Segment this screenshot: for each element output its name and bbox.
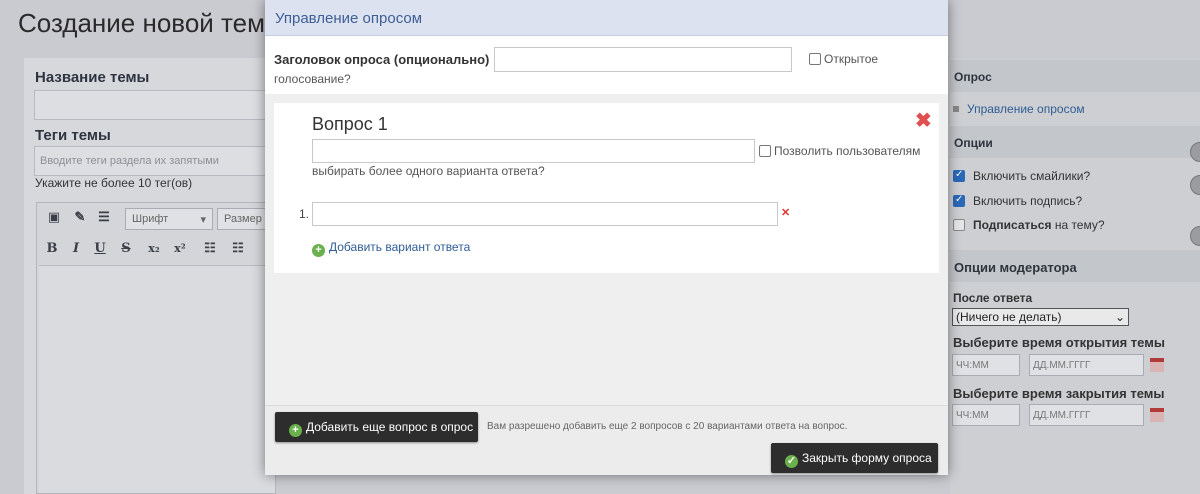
editor-toolbar-row-1: ▣ ✎ ☰ Шрифт ▾ Размер [37,205,277,233]
poll-section-header: Опрос [950,60,1200,92]
remove-answer-close-icon[interactable]: ✕ [781,206,790,219]
options-section-header: Опции [950,126,1200,158]
limit-note: Вам разрешено добавить еще 2 вопросов с … [487,421,848,432]
strike-button[interactable]: S [117,240,135,258]
message-editor: ▣ ✎ ☰ Шрифт ▾ Размер B I U S x₂ x² ☷ ☷ [36,202,277,494]
checkbox-checked-icon[interactable] [953,194,965,207]
topic-form: Название темы Теги темы Вводите теги раз… [24,58,277,494]
ordered-list-icon[interactable]: ☷ [201,240,219,258]
modal-title: Управление опросом [275,10,423,27]
template-icon[interactable]: ☰ [95,209,113,227]
checkbox-checked-icon[interactable] [953,169,965,182]
add-answer-link[interactable]: + Добавить вариант ответа [312,240,470,257]
bullet-icon [953,106,959,112]
remove-question-close-icon[interactable]: ✖ [915,111,932,131]
topic-name-input[interactable] [34,90,274,120]
underline-button[interactable]: U [91,240,109,258]
page-title: Создание новой темы [18,8,284,38]
answer-number: 1. [299,207,310,221]
checkbox-icon[interactable] [759,145,771,157]
signature-option[interactable]: Включить подпись? [953,194,1082,208]
open-date-input[interactable]: ДД.ММ.ГГГГ [1029,354,1144,376]
tags-placeholder: Вводите теги раздела их запятыми [40,155,219,167]
open-vote-option[interactable]: Открытое [809,52,878,66]
superscript-button[interactable]: x² [171,240,189,258]
check-icon: ✓ [785,455,798,468]
answer-input[interactable] [312,202,778,226]
source-mode-icon[interactable]: ▣ [45,209,63,227]
open-vote-label-continued: голосование? [274,72,351,86]
checkbox-icon[interactable] [953,219,965,231]
close-time-label: Выберите время закрытия темы [953,386,1165,401]
bold-button[interactable]: B [43,240,61,258]
tags-hint: Укажите не более 10 тег(ов) [35,176,193,190]
question-block: Вопрос 1 ✖ Позволить пользователям выбир… [274,103,939,273]
chevron-down-icon: ▾ [200,214,206,226]
calendar-icon[interactable] [1150,358,1164,372]
multi-choice-label-continued: выбирать более одного варианта ответа? [312,164,545,178]
editor-toolbar-row-2: B I U S x₂ x² ☷ ☷ [37,236,277,264]
question-input[interactable] [312,139,755,163]
poll-title-label: Заголовок опроса (опционально) [274,52,490,67]
italic-button[interactable]: I [67,240,85,258]
close-time-input[interactable]: ЧЧ:ММ [952,404,1020,426]
calendar-icon[interactable] [1150,408,1164,422]
font-select[interactable]: Шрифт ▾ [125,208,213,230]
topic-name-label: Название темы [35,69,150,86]
plus-icon: + [289,424,302,437]
checkbox-icon[interactable] [809,53,821,65]
close-poll-form-button[interactable]: ✓ Закрыть форму опроса [771,443,938,473]
message-textarea[interactable] [39,265,275,493]
poll-modal: Управление опросом Заголовок опроса (опц… [265,0,948,475]
subscribe-option[interactable]: Подписаться на тему? [953,218,1105,232]
tags-label: Теги темы [35,127,111,144]
tags-input[interactable]: Вводите теги раздела их запятыми [34,146,274,176]
question-title: Вопрос 1 [312,114,388,134]
plus-icon: + [312,244,325,257]
modal-header: Управление опросом [265,0,948,36]
open-time-label: Выберите время открытия темы [953,335,1165,350]
subscript-button[interactable]: x₂ [145,240,163,258]
close-date-input[interactable]: ДД.ММ.ГГГГ [1029,404,1144,426]
after-reply-select[interactable]: (Ничего не делать) ⌄ [952,308,1129,326]
after-reply-label: После ответа [953,291,1033,305]
options-sidebar: Опрос Управление опросом Опции Включить … [950,58,1200,494]
add-question-button[interactable]: + Добавить еще вопрос в опрос [275,412,478,442]
poll-title-row: Заголовок опроса (опционально) Открытое … [265,36,948,94]
multi-choice-option[interactable]: Позволить пользователям [759,144,920,158]
unordered-list-icon[interactable]: ☷ [229,240,247,258]
moderator-section-header: Опции модератора [950,250,1200,282]
modal-footer: + Добавить еще вопрос в опрос Вам разреше… [265,405,948,475]
smileys-option[interactable]: Включить смайлики? [953,169,1090,183]
poll-manage-link[interactable]: Управление опросом [953,102,1085,116]
eraser-icon[interactable]: ✎ [71,209,89,227]
chevron-down-icon: ⌄ [1114,310,1125,324]
open-time-input[interactable]: ЧЧ:ММ [952,354,1020,376]
poll-title-input[interactable] [494,47,792,72]
